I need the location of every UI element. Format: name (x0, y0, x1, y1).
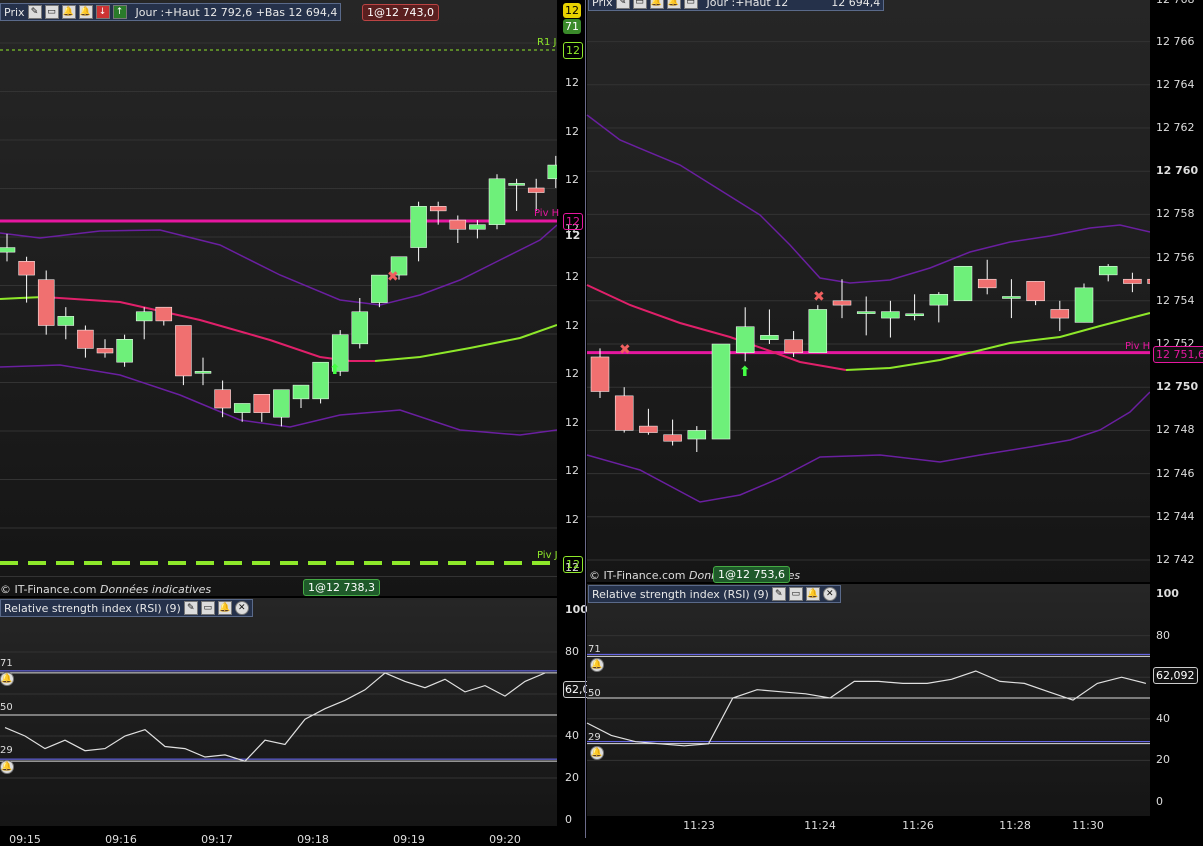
rsi-tick-label: 0 (1156, 795, 1163, 808)
rsi-level-high: 71 (588, 644, 601, 655)
close-icon[interactable]: ✕ (822, 587, 837, 601)
time-label: 11:28 (999, 819, 1031, 832)
right-rsi-axis: 100806040200 (1150, 584, 1203, 816)
time-label: 11:24 (804, 819, 836, 832)
rsi-level-low: 29 (588, 732, 601, 743)
bell-icon[interactable]: 🔔 (805, 587, 820, 601)
right-rsi-header: Relative strength index (RSI) (9) ✎ ▭ 🔔 … (588, 585, 841, 603)
rsi-title: Relative strength index (RSI) (9) (592, 587, 769, 601)
rsi-line (586, 670, 1147, 747)
rsi-tick-label: 40 (1156, 711, 1170, 725)
wrench-icon[interactable]: ✎ (771, 587, 786, 601)
right-rsi-chart (586, 635, 1150, 761)
window-icon[interactable]: ▭ (788, 587, 803, 601)
alarm-bell-icon[interactable]: 🔔 (590, 658, 604, 672)
rsi-tick-label: 20 (1156, 753, 1170, 767)
rsi-tick-label: 100 (1156, 587, 1179, 600)
rsi-value-tag: 62,092 (1153, 667, 1198, 684)
alarm-bell-icon[interactable]: 🔔 (590, 746, 604, 760)
time-label: 11:30 (1072, 819, 1104, 832)
rsi-tick-label: 80 (1156, 628, 1170, 642)
rsi-level-mid: 50 (588, 688, 601, 699)
time-label: 11:23 (683, 819, 715, 832)
time-label: 11:26 (902, 819, 934, 832)
